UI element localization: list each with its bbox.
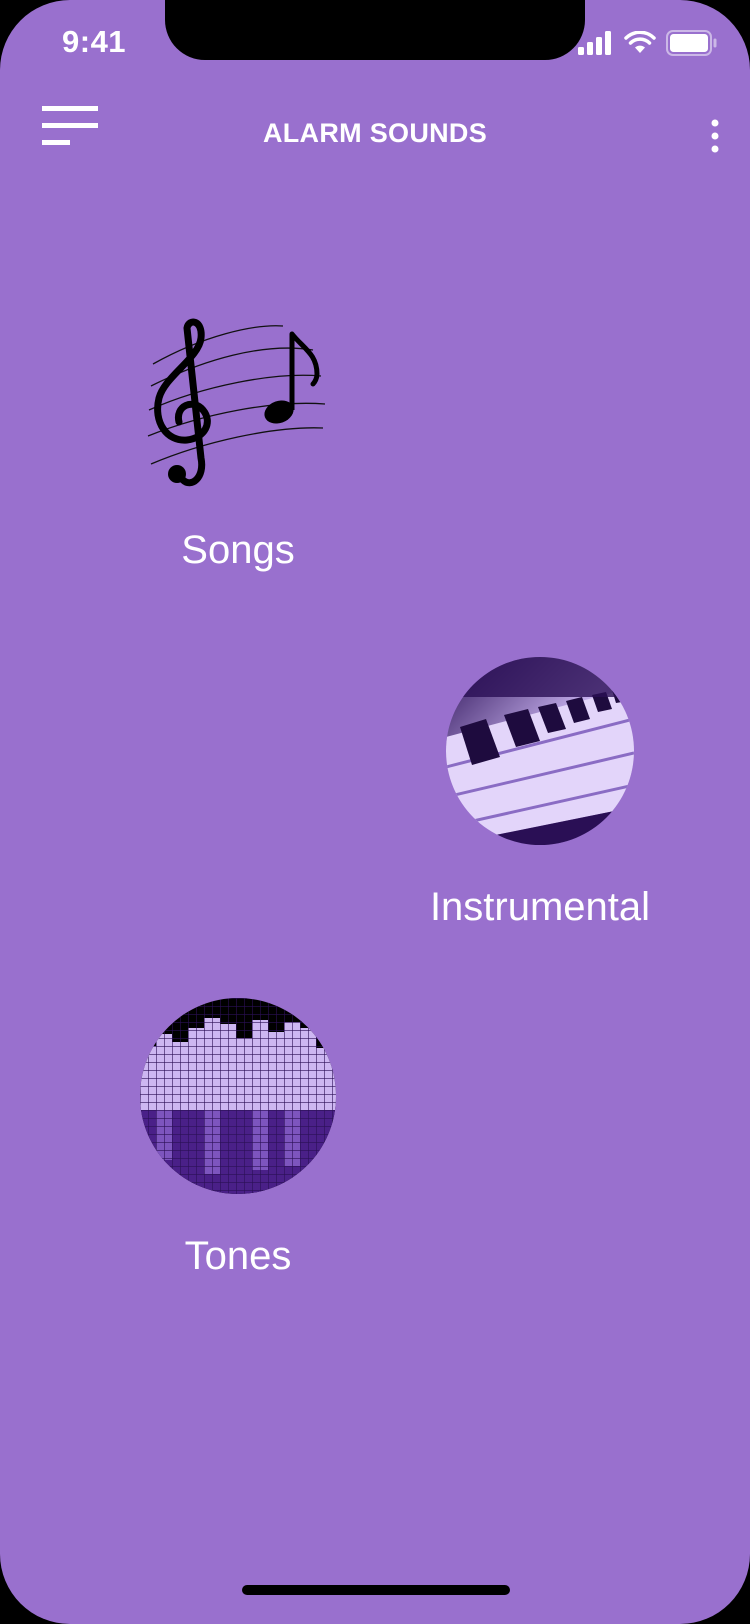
piano-keys-image: [446, 657, 634, 845]
category-label: Songs: [181, 528, 295, 572]
vertical-ellipsis-icon: [711, 119, 719, 153]
category-label: Tones: [184, 1234, 292, 1278]
music-notes-icon: [147, 318, 326, 487]
status-indicators: [578, 30, 718, 56]
app-screen: 9:41 ALARM SOUNDS Songs Instrumental Ton…: [0, 0, 750, 1624]
battery-icon: [666, 30, 717, 56]
cellular-signal-icon: [578, 31, 611, 55]
device-notch: [165, 0, 585, 60]
category-label: Instrumental: [429, 885, 651, 929]
category-instrumental[interactable]: Instrumental: [390, 657, 690, 930]
home-indicator[interactable]: [242, 1585, 510, 1595]
wifi-icon: [624, 31, 656, 53]
equalizer-bars-image: [140, 998, 336, 1194]
category-tones[interactable]: Tones: [88, 998, 388, 1279]
more-options-button[interactable]: [700, 118, 730, 160]
page-title: ALARM SOUNDS: [262, 118, 488, 148]
category-songs[interactable]: Songs: [88, 318, 388, 573]
status-time: 9:41: [62, 24, 127, 59]
